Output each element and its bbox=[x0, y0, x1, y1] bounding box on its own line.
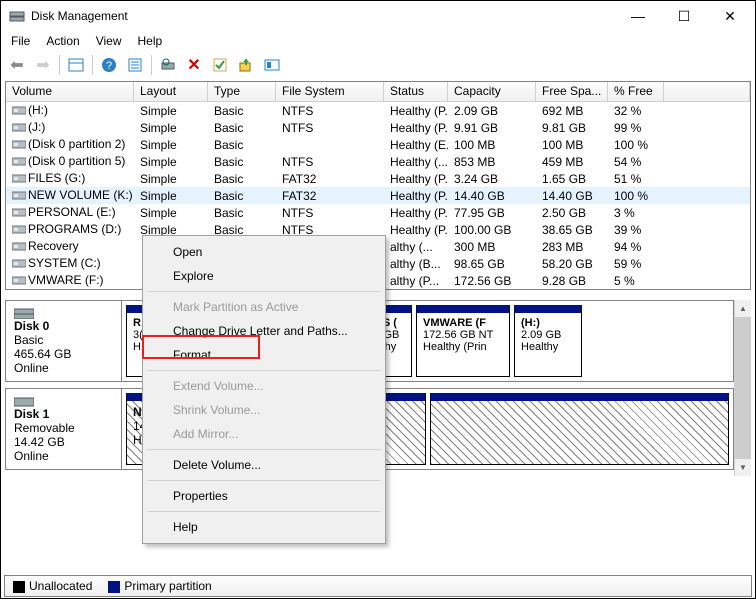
col-filesystem[interactable]: File System bbox=[276, 82, 384, 101]
drive-icon bbox=[12, 257, 26, 271]
drive-icon bbox=[12, 104, 26, 118]
maximize-button[interactable]: ☐ bbox=[661, 1, 707, 31]
disk-0-partition[interactable]: VMWARE (F172.56 GB NTHealthy (Prin bbox=[416, 305, 510, 377]
disk-1-size: 14.42 GB bbox=[14, 435, 113, 449]
col-type[interactable]: Type bbox=[208, 82, 276, 101]
partition-name: N bbox=[133, 405, 142, 419]
partition-size: 2.09 GB bbox=[521, 329, 575, 341]
partition-name: VMWARE (F bbox=[423, 317, 503, 329]
drive-icon bbox=[12, 240, 26, 254]
disk-0-partition[interactable]: (H:)2.09 GBHealthy bbox=[514, 305, 582, 377]
disk-0-type: Basic bbox=[14, 333, 113, 347]
ctx-explore[interactable]: Explore bbox=[145, 264, 383, 288]
disk-icon bbox=[14, 395, 34, 407]
window-title: Disk Management bbox=[31, 9, 615, 23]
close-button[interactable]: ✕ bbox=[707, 1, 753, 31]
volume-row[interactable]: (J:)SimpleBasicNTFSHealthy (P...9.91 GB9… bbox=[6, 119, 750, 136]
vertical-scrollbar[interactable]: ▲ ▼ bbox=[734, 300, 751, 476]
drive-icon bbox=[12, 206, 26, 220]
partition-status: H bbox=[133, 433, 142, 447]
disk-0-info: Disk 0 Basic 465.64 GB Online bbox=[6, 301, 122, 381]
drive-icon bbox=[12, 121, 26, 135]
partition-size: 172.56 GB NT bbox=[423, 329, 503, 341]
title-bar: Disk Management — ☐ ✕ bbox=[1, 1, 755, 31]
column-headers[interactable]: Volume Layout Type File System Status Ca… bbox=[6, 82, 750, 102]
ctx-change-letter[interactable]: Change Drive Letter and Paths... bbox=[145, 319, 383, 343]
help-button[interactable]: ? bbox=[97, 53, 121, 77]
disk-0-size: 465.64 GB bbox=[14, 347, 113, 361]
settings-icon[interactable] bbox=[260, 53, 284, 77]
menu-file[interactable]: File bbox=[3, 32, 38, 50]
drive-icon bbox=[12, 172, 26, 186]
ctx-format[interactable]: Format... bbox=[145, 343, 383, 367]
ctx-mirror: Add Mirror... bbox=[145, 422, 383, 446]
drive-icon bbox=[12, 274, 26, 288]
disk-0-status: Online bbox=[14, 361, 113, 375]
ctx-open[interactable]: Open bbox=[145, 240, 383, 264]
drive-icon bbox=[12, 189, 26, 203]
context-menu: Open Explore Mark Partition as Active Ch… bbox=[142, 235, 386, 544]
disk-1-name: Disk 1 bbox=[14, 407, 113, 421]
volume-row[interactable]: NEW VOLUME (K:)SimpleBasicFAT32Healthy (… bbox=[6, 187, 750, 204]
partition-name: (H:) bbox=[521, 317, 575, 329]
refresh-button[interactable] bbox=[156, 53, 180, 77]
check-icon[interactable] bbox=[208, 53, 232, 77]
scroll-down-button[interactable]: ▼ bbox=[735, 459, 751, 476]
ctx-delete[interactable]: Delete Volume... bbox=[145, 453, 383, 477]
rescan-icon[interactable] bbox=[234, 53, 258, 77]
ctx-mark-active: Mark Partition as Active bbox=[145, 295, 383, 319]
legend-primary: Primary partition bbox=[108, 579, 211, 593]
show-hide-console-button[interactable] bbox=[64, 53, 88, 77]
ctx-properties[interactable]: Properties bbox=[145, 484, 383, 508]
volume-row[interactable]: FILES (G:)SimpleBasicFAT32Healthy (P...3… bbox=[6, 170, 750, 187]
col-capacity[interactable]: Capacity bbox=[448, 82, 536, 101]
drive-icon bbox=[12, 223, 26, 237]
volume-row[interactable]: (H:)SimpleBasicNTFSHealthy (P...2.09 GB6… bbox=[6, 102, 750, 119]
volume-row[interactable]: (Disk 0 partition 5)SimpleBasicNTFSHealt… bbox=[6, 153, 750, 170]
scroll-up-button[interactable]: ▲ bbox=[735, 300, 751, 317]
menu-help[interactable]: Help bbox=[130, 32, 171, 50]
drive-icon bbox=[12, 138, 26, 152]
properties-button[interactable] bbox=[123, 53, 147, 77]
volume-row[interactable]: PERSONAL (E:)SimpleBasicNTFSHealthy (P..… bbox=[6, 204, 750, 221]
disk-1-type: Removable bbox=[14, 421, 113, 435]
scroll-thumb[interactable] bbox=[735, 317, 751, 459]
toolbar: ⬅ ➡ ? ✕ bbox=[1, 51, 755, 79]
back-button[interactable]: ⬅ bbox=[5, 53, 29, 77]
ctx-extend: Extend Volume... bbox=[145, 374, 383, 398]
col-volume[interactable]: Volume bbox=[6, 82, 134, 101]
disk-icon bbox=[14, 307, 34, 319]
legend-unallocated: Unallocated bbox=[13, 579, 92, 593]
disk-1-status: Online bbox=[14, 449, 113, 463]
ctx-help[interactable]: Help bbox=[145, 515, 383, 539]
forward-button[interactable]: ➡ bbox=[31, 53, 55, 77]
ctx-shrink: Shrink Volume... bbox=[145, 398, 383, 422]
col-pctfree[interactable]: % Free bbox=[608, 82, 664, 101]
drive-icon bbox=[12, 155, 26, 169]
col-status[interactable]: Status bbox=[384, 82, 448, 101]
disk-1-partition-rest[interactable] bbox=[430, 393, 730, 465]
menu-bar: File Action View Help bbox=[1, 31, 755, 51]
minimize-button[interactable]: — bbox=[615, 1, 661, 31]
disk-0-name: Disk 0 bbox=[14, 319, 113, 333]
partition-status: Healthy bbox=[521, 341, 575, 353]
col-layout[interactable]: Layout bbox=[134, 82, 208, 101]
disk-1-info: Disk 1 Removable 14.42 GB Online bbox=[6, 389, 122, 469]
volume-row[interactable]: (Disk 0 partition 2)SimpleBasicHealthy (… bbox=[6, 136, 750, 153]
col-freespace[interactable]: Free Spa... bbox=[536, 82, 608, 101]
svg-text:?: ? bbox=[106, 60, 112, 72]
delete-icon[interactable]: ✕ bbox=[182, 53, 206, 77]
app-icon bbox=[9, 8, 25, 24]
menu-action[interactable]: Action bbox=[38, 32, 87, 50]
menu-view[interactable]: View bbox=[88, 32, 130, 50]
partition-status: Healthy (Prin bbox=[423, 341, 503, 353]
legend-bar: Unallocated Primary partition bbox=[4, 575, 752, 597]
